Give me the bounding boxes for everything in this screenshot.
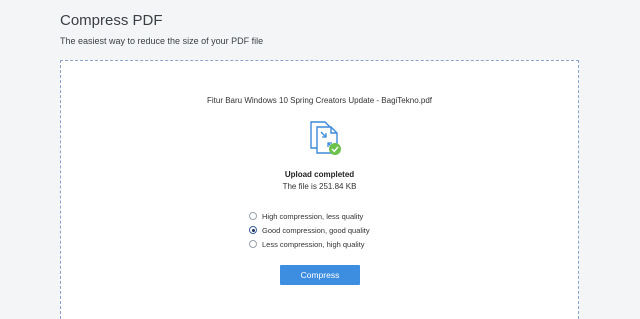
radio-good-compression[interactable] <box>249 226 257 234</box>
option-label: Good compression, good quality <box>262 225 370 235</box>
page-subtitle: The easiest way to reduce the size of yo… <box>60 36 264 46</box>
option-label: Less compression, high quality <box>262 239 365 249</box>
compression-options: High compression, less quality Good comp… <box>249 209 370 251</box>
option-good-compression[interactable]: Good compression, good quality <box>249 223 370 237</box>
option-high-compression[interactable]: High compression, less quality <box>249 209 370 223</box>
compress-button[interactable]: Compress <box>280 265 360 285</box>
page-title: Compress PDF <box>60 12 163 29</box>
radio-less-compression[interactable] <box>249 240 257 248</box>
upload-panel[interactable]: Fitur Baru Windows 10 Spring Creators Up… <box>60 60 579 319</box>
file-name: Fitur Baru Windows 10 Spring Creators Up… <box>207 96 432 105</box>
check-badge-icon <box>329 143 341 155</box>
pdf-compress-icon <box>310 121 341 155</box>
page: Compress PDF The easiest way to reduce t… <box>0 0 640 319</box>
option-label: High compression, less quality <box>262 211 364 221</box>
option-less-compression[interactable]: Less compression, high quality <box>249 237 370 251</box>
radio-high-compression[interactable] <box>249 212 257 220</box>
upload-status: Upload completed <box>284 170 355 179</box>
file-size: The file is 251.84 KB <box>282 182 357 191</box>
